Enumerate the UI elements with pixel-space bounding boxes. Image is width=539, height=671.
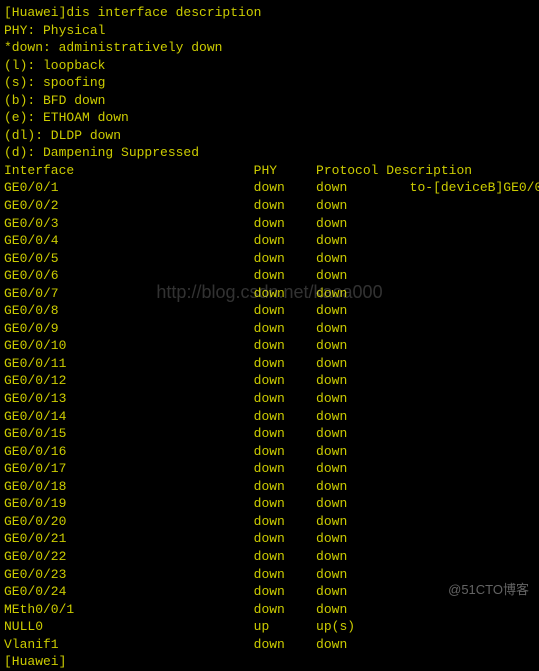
- terminal-output[interactable]: [Huawei]dis interface description PHY: P…: [4, 4, 535, 671]
